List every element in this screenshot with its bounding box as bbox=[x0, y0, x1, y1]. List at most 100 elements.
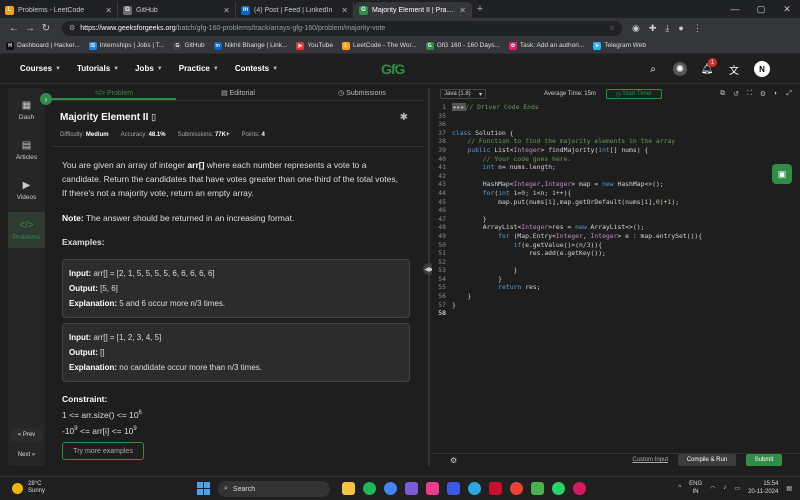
chat-icon[interactable]: ▣ bbox=[772, 164, 792, 184]
taskbar-search[interactable]: ⌕ Search bbox=[218, 481, 330, 497]
prev-button[interactable]: « Prev bbox=[11, 428, 42, 442]
wifi-icon[interactable]: ◠ bbox=[710, 485, 715, 492]
bookmark-item[interactable]: H Dashboard | Hacker... bbox=[6, 41, 80, 50]
tab-problem[interactable]: </> Problem bbox=[52, 88, 176, 100]
menu-dots-icon[interactable]: ⋮ bbox=[693, 23, 702, 34]
chrome-icon[interactable] bbox=[384, 482, 397, 495]
notification-bell-icon[interactable]: 🔔︎ 1 bbox=[700, 58, 717, 76]
spotify-icon[interactable] bbox=[363, 482, 376, 495]
back-icon[interactable]: ← bbox=[6, 23, 22, 34]
search-icon[interactable]: ⌕ bbox=[646, 62, 660, 76]
constraints: Constraint: 1 <= arr.size() <= 106 -109 … bbox=[62, 392, 142, 438]
close-icon[interactable]: ✕ bbox=[223, 6, 230, 15]
app-icon[interactable] bbox=[573, 482, 586, 495]
bookmark-item[interactable]: G GfG 160 - 160 Days... bbox=[425, 41, 500, 50]
close-icon[interactable]: ✕ bbox=[459, 6, 466, 15]
nav-tutorials[interactable]: Tutorials ▼ bbox=[77, 64, 119, 73]
examples-heading: Examples: bbox=[62, 237, 105, 247]
submit-button[interactable]: Submit bbox=[746, 454, 782, 466]
language-indicator[interactable]: ENG IN bbox=[689, 480, 702, 496]
bookmark-item[interactable]: ✿ Task: Add an authori... bbox=[508, 41, 584, 50]
bookmark-item[interactable]: IS Internships | Jobs | T... bbox=[88, 41, 164, 50]
compile-run-button[interactable]: Compile & Run bbox=[678, 454, 736, 466]
notification-icon[interactable]: ▤ bbox=[786, 485, 792, 492]
minimize-icon[interactable]: — bbox=[722, 0, 748, 18]
bookmark-label: Dashboard | Hacker... bbox=[17, 42, 80, 49]
nav-practice[interactable]: Practice ▼ bbox=[179, 64, 219, 73]
theme-toggle-icon[interactable]: ✺ bbox=[673, 62, 687, 76]
whatsapp-icon[interactable] bbox=[552, 482, 565, 495]
code-area[interactable]: 1 ▸▸▸// Driver Code Ends 35 36 37 class So… bbox=[432, 103, 800, 318]
settings-icon[interactable]: ⚙ bbox=[760, 90, 766, 98]
nav-courses[interactable]: Courses ▼ bbox=[20, 64, 61, 73]
avatar[interactable]: N bbox=[754, 61, 770, 77]
bookmark-item[interactable]: ➤ Telegram Web bbox=[593, 41, 646, 50]
language-select[interactable]: Java (1.8) ▾ bbox=[440, 89, 486, 99]
app-icon[interactable] bbox=[447, 482, 460, 495]
battery-icon[interactable]: ▭ bbox=[734, 485, 740, 492]
gfg-logo[interactable]: GfG bbox=[381, 61, 405, 77]
tray-chevron-icon[interactable]: ^ bbox=[678, 485, 681, 491]
browser-tab-github[interactable]: G GitHub ✕ bbox=[118, 2, 236, 18]
tab-submissions[interactable]: ◷ Submissions bbox=[300, 88, 424, 100]
weather-widget[interactable]: 28°C Sunny bbox=[12, 481, 45, 495]
clock[interactable]: 15:54 20-11-2024 bbox=[748, 480, 778, 496]
tab-title: (4) Post | Feed | LinkedIn bbox=[254, 6, 333, 14]
puzzle-icon[interactable]: ✚ bbox=[649, 23, 657, 34]
volume-icon[interactable]: ♪ bbox=[723, 485, 726, 491]
browser-tab-linkedin[interactable]: in (4) Post | Feed | LinkedIn ✕ bbox=[236, 2, 354, 18]
url-bar[interactable]: ⚙ https://www.geeksforgeeks.org/batch/gf… bbox=[62, 20, 622, 36]
nav-jobs[interactable]: Jobs ▼ bbox=[135, 64, 163, 73]
bookmark-item[interactable]: L LeetCode - The Wor... bbox=[341, 41, 417, 50]
settings-icon[interactable]: ⚙ bbox=[450, 456, 457, 465]
bookmark-icon[interactable]: ▯ bbox=[151, 112, 156, 122]
start-timer-button[interactable]: ◷ Start Timer bbox=[605, 89, 662, 99]
nav-contests[interactable]: Contests ▼ bbox=[235, 64, 278, 73]
try-more-examples-button[interactable]: Try more examples bbox=[62, 442, 144, 460]
theme-icon[interactable]: ◐ bbox=[774, 90, 778, 98]
close-icon[interactable]: ✕ bbox=[341, 6, 348, 15]
forward-icon[interactable]: → bbox=[22, 23, 38, 34]
date-text: 20-11-2024 bbox=[748, 489, 779, 495]
close-window-icon[interactable]: ✕ bbox=[774, 0, 800, 18]
report-bug-icon[interactable]: ✱ bbox=[400, 112, 408, 123]
new-tab-button[interactable]: + bbox=[472, 2, 488, 18]
file-explorer-icon[interactable] bbox=[342, 482, 355, 495]
bookmark-item[interactable]: in Nikhil Bhange | Link... bbox=[213, 41, 287, 50]
translate-icon[interactable]: 文 bbox=[727, 62, 741, 77]
close-icon[interactable]: ✕ bbox=[105, 6, 112, 15]
bookmark-item[interactable]: G GitHub bbox=[173, 41, 205, 50]
fullscreen-icon[interactable]: ⛶ bbox=[747, 90, 752, 98]
sidebar-item-articles[interactable]: ▤ Articles bbox=[8, 132, 45, 168]
sidebar-item-videos[interactable]: ▶ Videos bbox=[8, 172, 45, 208]
edge-icon[interactable] bbox=[468, 482, 481, 495]
panel-divider[interactable] bbox=[428, 88, 430, 466]
mcafee-icon[interactable] bbox=[489, 482, 502, 495]
app-icon[interactable] bbox=[531, 482, 544, 495]
chrome-icon[interactable] bbox=[510, 482, 523, 495]
app-icon[interactable] bbox=[426, 482, 439, 495]
reload-icon[interactable]: ↻ bbox=[38, 23, 54, 34]
windows-start-icon[interactable] bbox=[197, 482, 210, 495]
bookmark-star-icon[interactable]: ☆ bbox=[609, 24, 615, 32]
app-icon[interactable] bbox=[405, 482, 418, 495]
code-line: 46 bbox=[438, 206, 446, 215]
tab-editorial[interactable]: ▤ Editorial bbox=[176, 88, 300, 100]
extension-icon[interactable]: ◉ bbox=[632, 23, 640, 34]
expand-sidebar-icon[interactable]: › bbox=[40, 93, 52, 105]
reset-icon[interactable]: ↺ bbox=[733, 90, 739, 98]
custom-input-link[interactable]: Custom Input bbox=[632, 457, 668, 463]
site-info-icon[interactable]: ⚙ bbox=[69, 24, 75, 32]
profile-icon[interactable]: ● bbox=[678, 23, 683, 34]
next-button[interactable]: Next » bbox=[11, 448, 42, 462]
download-icon[interactable]: ⤓ bbox=[665, 23, 669, 34]
copy-icon[interactable]: ⧉ bbox=[720, 90, 725, 98]
browser-tab-gfg[interactable]: G Majority Element II | Practice | Ge ✕ bbox=[354, 2, 472, 18]
bookmark-item[interactable]: ▶ YouTube bbox=[296, 41, 333, 50]
bookmark-label: GfG 160 - 160 Days... bbox=[436, 42, 500, 49]
maximize-icon[interactable]: ▢ bbox=[748, 0, 774, 18]
browser-tab-leetcode[interactable]: L Problems - LeetCode ✕ bbox=[0, 2, 118, 18]
expand-icon[interactable]: ⤢ bbox=[786, 90, 792, 98]
sidebar-item-problems[interactable]: </> Problems bbox=[8, 212, 45, 248]
chevron-down-icon: ▼ bbox=[113, 65, 120, 72]
